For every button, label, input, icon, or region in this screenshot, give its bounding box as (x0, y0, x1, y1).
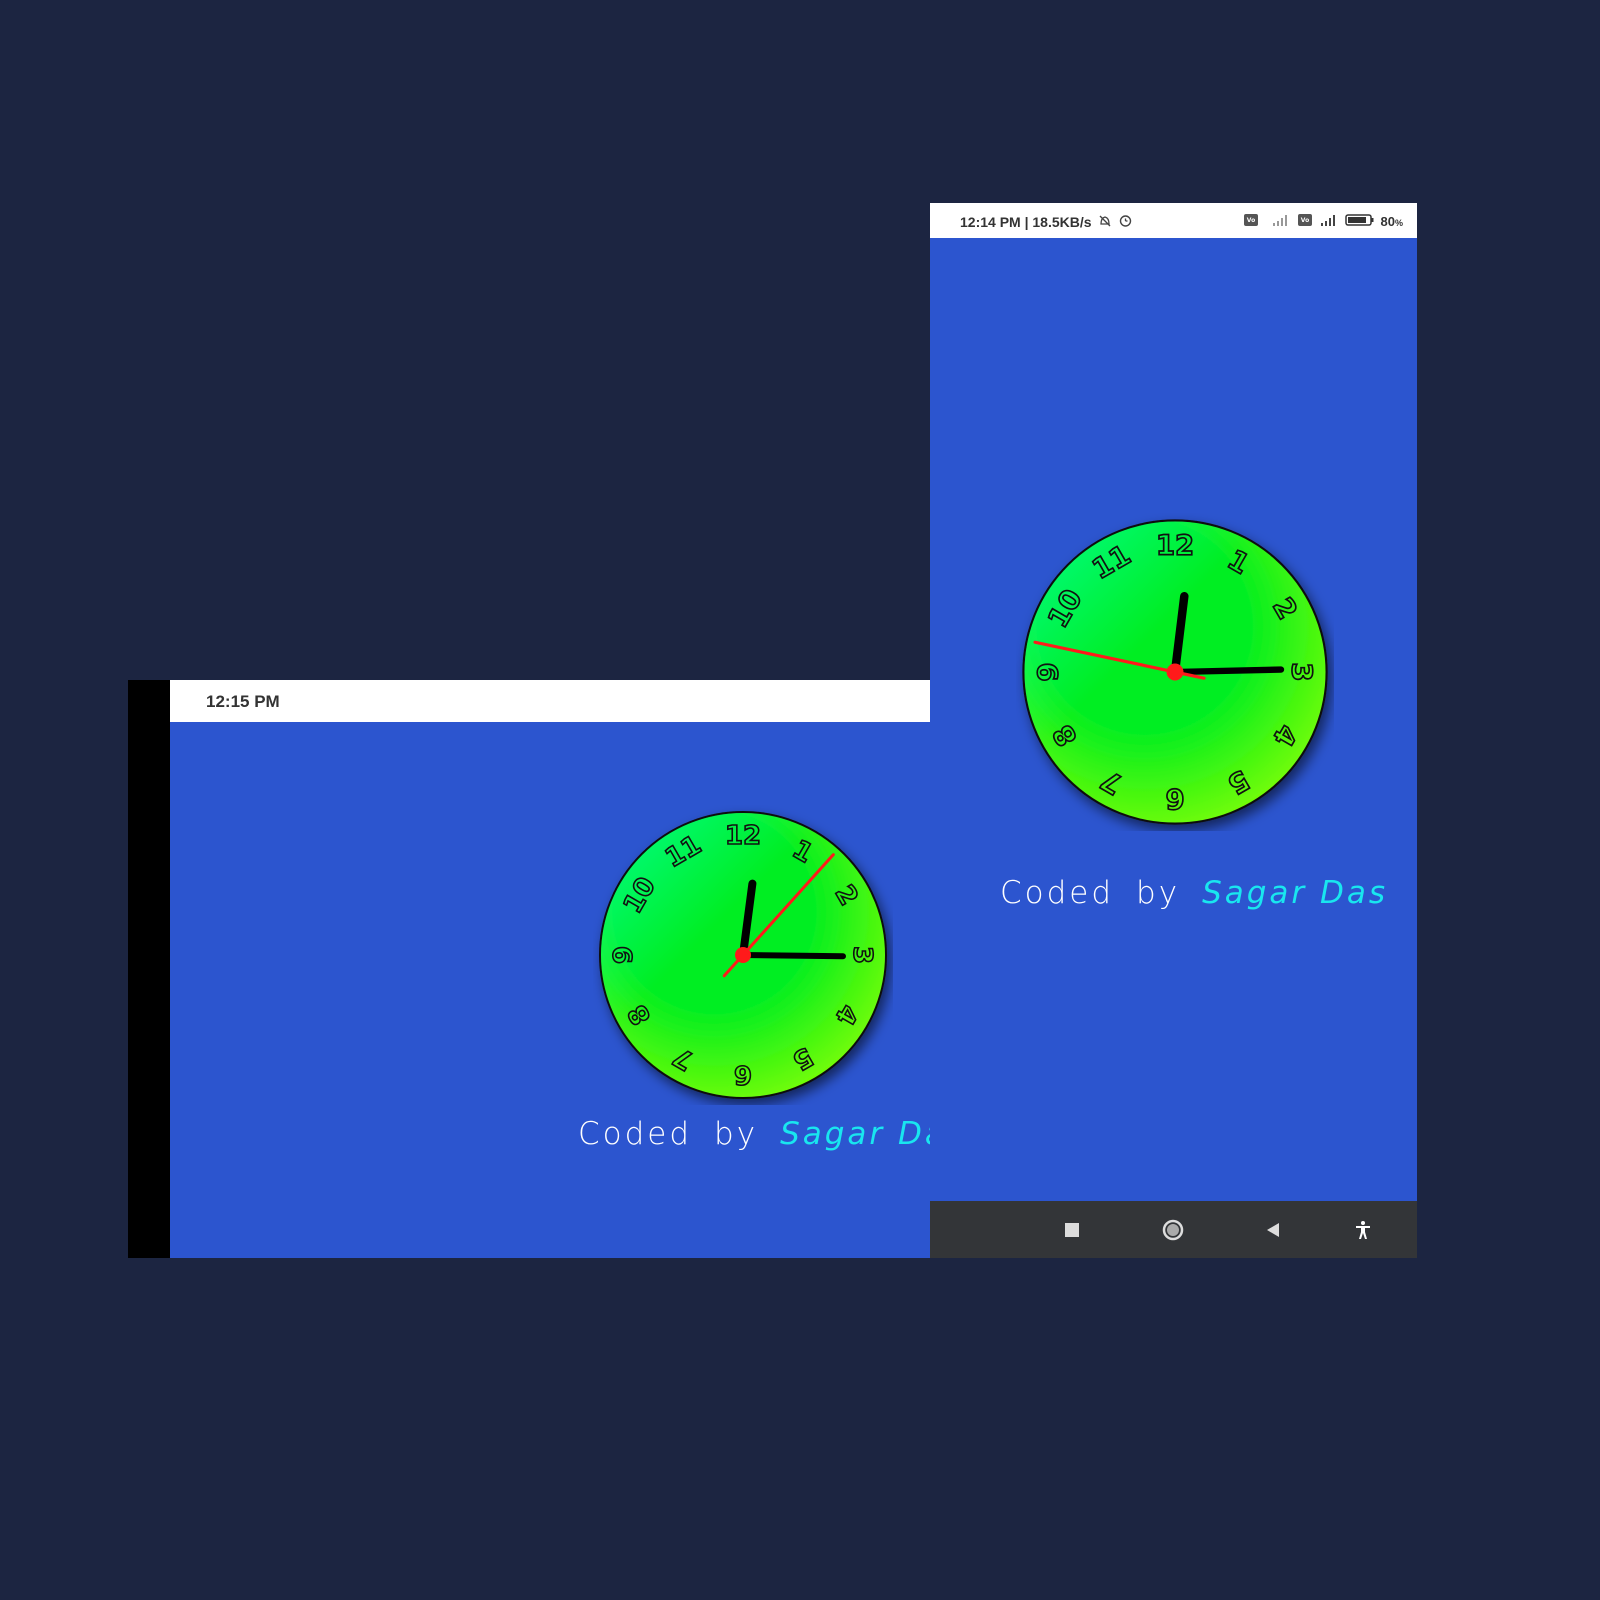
battery-level-unit: % (1394, 218, 1403, 228)
clock-svg: 12 1234567891011 (1022, 519, 1328, 825)
clock-center-cap (1166, 663, 1184, 681)
alarm-icon (1118, 213, 1133, 231)
battery-level-value: 80 (1380, 214, 1395, 229)
credit-text: Codedby Sagar Das (1000, 875, 1388, 911)
status-left: 12:14 PM | 18.5KB/s (960, 213, 1133, 231)
signal-icon (1319, 213, 1339, 230)
volte-icon: Vo (1243, 213, 1259, 230)
credit-author: Sagar Das (1202, 875, 1389, 911)
status-time-speed: 12:14 PM | 18.5KB/s (960, 214, 1092, 230)
back-button[interactable] (1258, 1215, 1288, 1245)
svg-text:Vo: Vo (1246, 217, 1254, 224)
landscape-screenshot: 12:15 PM 121234567891011 CodedbySagar Da… (128, 680, 930, 1258)
clock-center-cap (735, 947, 751, 963)
status-bar: 12:15 PM (170, 680, 930, 722)
clock-numeral-9: 9 (609, 946, 639, 964)
clock-svg: 12 1234567891011 (599, 811, 887, 1099)
clock-numeral-9: 9 (1032, 662, 1064, 681)
clock-numeral-6: 6 (1165, 783, 1184, 815)
minute-hand (1171, 666, 1285, 676)
status-right: Vo Vo 80% (1243, 213, 1403, 230)
svg-text:Vo: Vo (1300, 217, 1308, 224)
circle-icon (1162, 1219, 1184, 1241)
credit-by: by (1136, 875, 1181, 911)
minute-hand (740, 952, 846, 960)
accessibility-button[interactable] (1348, 1215, 1378, 1245)
analog-clock: 12 1 2 3 4 5 6 7 8 9 10 11 (593, 805, 893, 1105)
square-icon (1065, 1223, 1079, 1237)
left-black-strip (128, 680, 170, 1258)
battery-level: 80% (1381, 214, 1403, 229)
mute-bell-icon (1098, 214, 1112, 231)
clock-numeral-6: 6 (734, 1059, 752, 1089)
credit-prefix: Coded (1000, 875, 1115, 911)
clock-numeral-3: 3 (1286, 662, 1318, 681)
accessibility-icon (1356, 1221, 1370, 1239)
clock-numeral-3: 3 (847, 946, 877, 964)
status-bar: 12:14 PM | 18.5KB/s Vo Vo 80% (930, 203, 1417, 238)
credit-author: Sagar Das (780, 1116, 930, 1152)
analog-clock: 12 1 2 3 4 5 6 7 8 9 10 11 (1016, 513, 1334, 831)
portrait-screenshot: 12:14 PM | 18.5KB/s Vo Vo 80% 12 1 2 3 4… (930, 203, 1417, 1258)
signal-icon (1265, 213, 1291, 230)
credit-by: by (714, 1116, 759, 1152)
volte-icon: Vo (1297, 213, 1313, 230)
battery-icon (1344, 213, 1375, 230)
triangle-back-icon (1267, 1223, 1279, 1237)
clock-numeral-12: 12 (1156, 529, 1194, 561)
status-time: 12:15 PM (206, 692, 280, 711)
credit-text: Codedby Sagar Das (578, 1116, 930, 1152)
home-button[interactable] (1158, 1215, 1188, 1245)
clock-numeral-12: 12 (725, 821, 761, 851)
credit-prefix: Coded (578, 1116, 693, 1152)
navigation-bar (930, 1201, 1417, 1258)
recents-button[interactable] (1057, 1215, 1087, 1245)
